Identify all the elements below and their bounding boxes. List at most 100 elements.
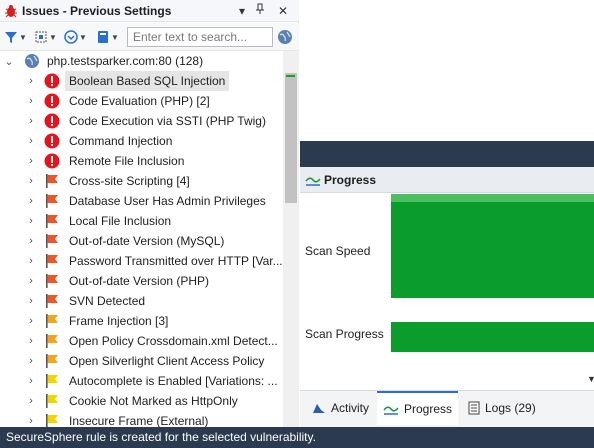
collapse-caret-icon[interactable]: ▼ [587,374,594,384]
expand-icon[interactable]: › [26,235,36,247]
issues-toolbar: ▼ ▼ ▼ ▼ [0,23,299,51]
tree-item[interactable]: › Open Silverlight Client Access Policy [0,351,283,371]
tab-progress-label: Progress [404,402,453,416]
close-icon[interactable]: ✕ [275,3,291,19]
critical-severity-icon [44,113,60,129]
tree-item-label: Command Injection [69,134,173,148]
expand-icon[interactable]: › [26,415,36,427]
tree-item[interactable]: › Password Transmitted over HTTP [Var... [0,251,283,271]
document-area [300,0,594,141]
tree-item-label: Open Silverlight Client Access Policy [69,354,265,368]
expand-icon[interactable]: › [26,175,36,187]
pin-icon[interactable] [252,3,268,19]
tab-logs[interactable]: Logs (29) [464,391,540,425]
tree-item[interactable]: › Code Evaluation (PHP) [2] [0,91,283,111]
chevron-down-icon: ▼ [49,32,57,42]
panel-header: Issues - Previous Settings ▾ ✕ [0,0,299,22]
expand-icon[interactable]: › [26,335,36,347]
tree-item[interactable]: › Cross-site Scripting [4] [0,171,283,191]
expand-icon[interactable]: › [26,195,36,207]
tree-item[interactable]: › Command Injection [0,131,283,151]
tree-item[interactable]: › Boolean Based SQL Injection [0,71,283,91]
tree-item-label: SVN Detected [69,294,146,308]
expand-icon[interactable]: › [26,95,36,107]
chevron-down-icon: ▼ [111,32,119,42]
view-button[interactable]: ▼ [96,28,119,46]
expand-icon[interactable]: › [26,355,36,367]
scan-speed-peak [391,194,594,202]
tree-item-label: Out-of-date Version (PHP) [69,274,210,288]
tab-activity[interactable]: Activity [308,391,373,425]
expand-icon[interactable]: › [26,395,36,407]
scan-progress-label: Scan Progress [305,327,384,341]
tree-item-label: Open Policy Crossdomain.xml Detect... [69,334,278,348]
tree-root[interactable]: ⌄ php.testsparker.com:80 (128) [0,51,283,71]
tree-item-label: Boolean Based SQL Injection [65,71,230,91]
low-severity-flag-icon [44,413,60,427]
tree-item[interactable]: › Local File Inclusion [0,211,283,231]
view-icon [98,31,108,43]
expand-icon[interactable]: › [26,215,36,227]
high-severity-flag-icon [44,193,60,209]
expand-icon[interactable]: › [26,255,36,267]
tree-item[interactable]: › Code Execution via SSTI (PHP Twig) [0,111,283,131]
options-button[interactable]: ▼ [64,28,87,46]
bug-icon [4,4,18,18]
tree-item-label: Password Transmitted over HTTP [Var... [69,254,283,268]
panel-title: Issues - Previous Settings [22,4,172,18]
scrollbar[interactable] [283,51,299,427]
panel-menu-icon[interactable]: ▾ [234,3,250,19]
tree-item-label: Local File Inclusion [69,214,172,228]
chevron-down-icon: ▼ [19,32,27,42]
critical-severity-icon [44,153,60,169]
tree-item[interactable]: › Out-of-date Version (PHP) [0,271,283,291]
critical-severity-icon [44,93,60,109]
scan-speed-label: Scan Speed [305,244,371,258]
scan-speed-chart [391,194,594,298]
high-severity-flag-icon [44,253,60,269]
scrollbar-thumb[interactable] [285,73,297,203]
filter-button[interactable]: ▼ [4,28,27,46]
high-severity-flag-icon [44,233,60,249]
tree-item[interactable]: › Insecure Frame (External) [0,411,283,427]
progress-header: Progress [300,167,594,193]
medium-severity-flag-icon [44,313,60,329]
low-severity-flag-icon [44,393,60,409]
tree-item[interactable]: › Frame Injection [3] [0,311,283,331]
tree-item[interactable]: › Cookie Not Marked as HttpOnly [0,391,283,411]
expand-icon[interactable]: › [26,75,36,87]
tree-item[interactable]: › Database User Has Admin Privileges [0,191,283,211]
tab-progress[interactable]: Progress [377,391,459,425]
tree-item[interactable]: › Open Policy Crossdomain.xml Detect... [0,331,283,351]
collapse-icon[interactable]: ⌄ [4,55,14,68]
expand-icon[interactable]: › [26,155,36,167]
tree-item[interactable]: › Out-of-date Version (MySQL) [0,231,283,251]
filter-icon [5,32,17,43]
low-severity-flag-icon [44,373,60,389]
medium-severity-flag-icon [44,333,60,349]
tree-item-label: Database User Has Admin Privileges [69,194,266,208]
tree-item-label: Out-of-date Version (MySQL) [69,234,225,248]
select-button[interactable]: ▼ [34,28,57,46]
high-severity-flag-icon [44,273,60,289]
progress-icon [383,403,399,415]
medium-severity-flag-icon [44,353,60,369]
tree-item-label: Code Evaluation (PHP) [2] [69,94,210,108]
search-input[interactable] [127,27,273,47]
tree-item[interactable]: › Autocomplete is Enabled [Variations: ..… [0,371,283,391]
dark-band [300,141,594,167]
progress-icon [305,174,321,189]
high-severity-flag-icon [44,213,60,229]
expand-icon[interactable]: › [26,315,36,327]
expand-icon[interactable]: › [26,135,36,147]
expand-icon[interactable]: › [26,375,36,387]
scan-progress-bar [391,322,594,352]
expand-icon[interactable]: › [26,275,36,287]
expand-icon[interactable]: › [26,115,36,127]
globe-icon[interactable] [277,29,293,48]
tree-item[interactable]: › Remote File Inclusion [0,151,283,171]
expand-icon[interactable]: › [26,295,36,307]
tree-item-label: Autocomplete is Enabled [Variations: ... [69,374,278,388]
tree-item-label: Code Execution via SSTI (PHP Twig) [69,114,266,128]
tree-item[interactable]: › SVN Detected [0,291,283,311]
